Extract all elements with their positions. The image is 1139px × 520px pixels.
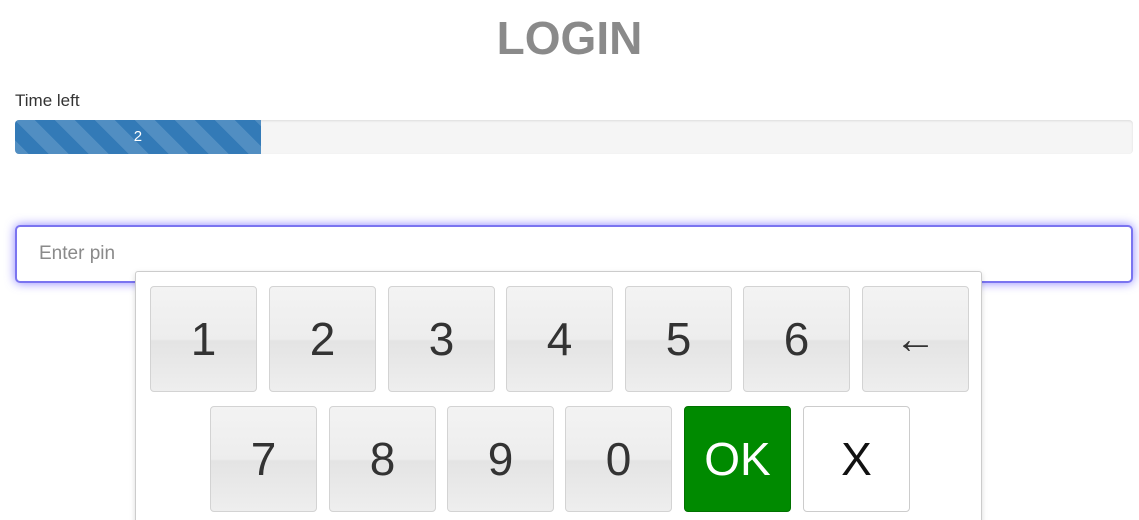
time-left-progress: 2 — [15, 120, 1133, 154]
backspace-arrow-icon: ← — [894, 315, 937, 362]
key-0[interactable]: 0 — [565, 406, 672, 512]
pin-keypad: 1 2 3 4 5 6 ← 7 8 9 0 OK X — [135, 271, 982, 520]
key-5-label: 5 — [665, 313, 692, 365]
key-7[interactable]: 7 — [210, 406, 317, 512]
close-keypad-label: X — [841, 433, 872, 485]
ok-button-label: OK — [704, 433, 771, 485]
key-3[interactable]: 3 — [388, 286, 495, 392]
key-8[interactable]: 8 — [329, 406, 436, 512]
page-title: LOGIN — [496, 12, 643, 64]
key-4-label: 4 — [546, 313, 573, 365]
key-9[interactable]: 9 — [447, 406, 554, 512]
key-8-label: 8 — [369, 433, 396, 485]
key-2-label: 2 — [309, 313, 336, 365]
login-page: LOGIN Time left 2 1 2 3 4 5 6 ← 7 8 9 0 … — [0, 0, 1139, 520]
key-4[interactable]: 4 — [506, 286, 613, 392]
key-3-label: 3 — [428, 313, 455, 365]
key-5[interactable]: 5 — [625, 286, 732, 392]
key-2[interactable]: 2 — [269, 286, 376, 392]
key-6-label: 6 — [783, 313, 810, 365]
time-left-progress-bar: 2 — [15, 120, 261, 154]
key-9-label: 9 — [487, 433, 514, 485]
key-1[interactable]: 1 — [150, 286, 257, 392]
key-0-label: 0 — [605, 433, 632, 485]
key-7-label: 7 — [250, 433, 277, 485]
key-6[interactable]: 6 — [743, 286, 850, 392]
backspace-button[interactable]: ← — [862, 286, 969, 392]
close-keypad-button[interactable]: X — [803, 406, 910, 512]
time-left-label: Time left — [15, 91, 80, 110]
ok-button[interactable]: OK — [684, 406, 791, 512]
key-1-label: 1 — [190, 313, 217, 365]
